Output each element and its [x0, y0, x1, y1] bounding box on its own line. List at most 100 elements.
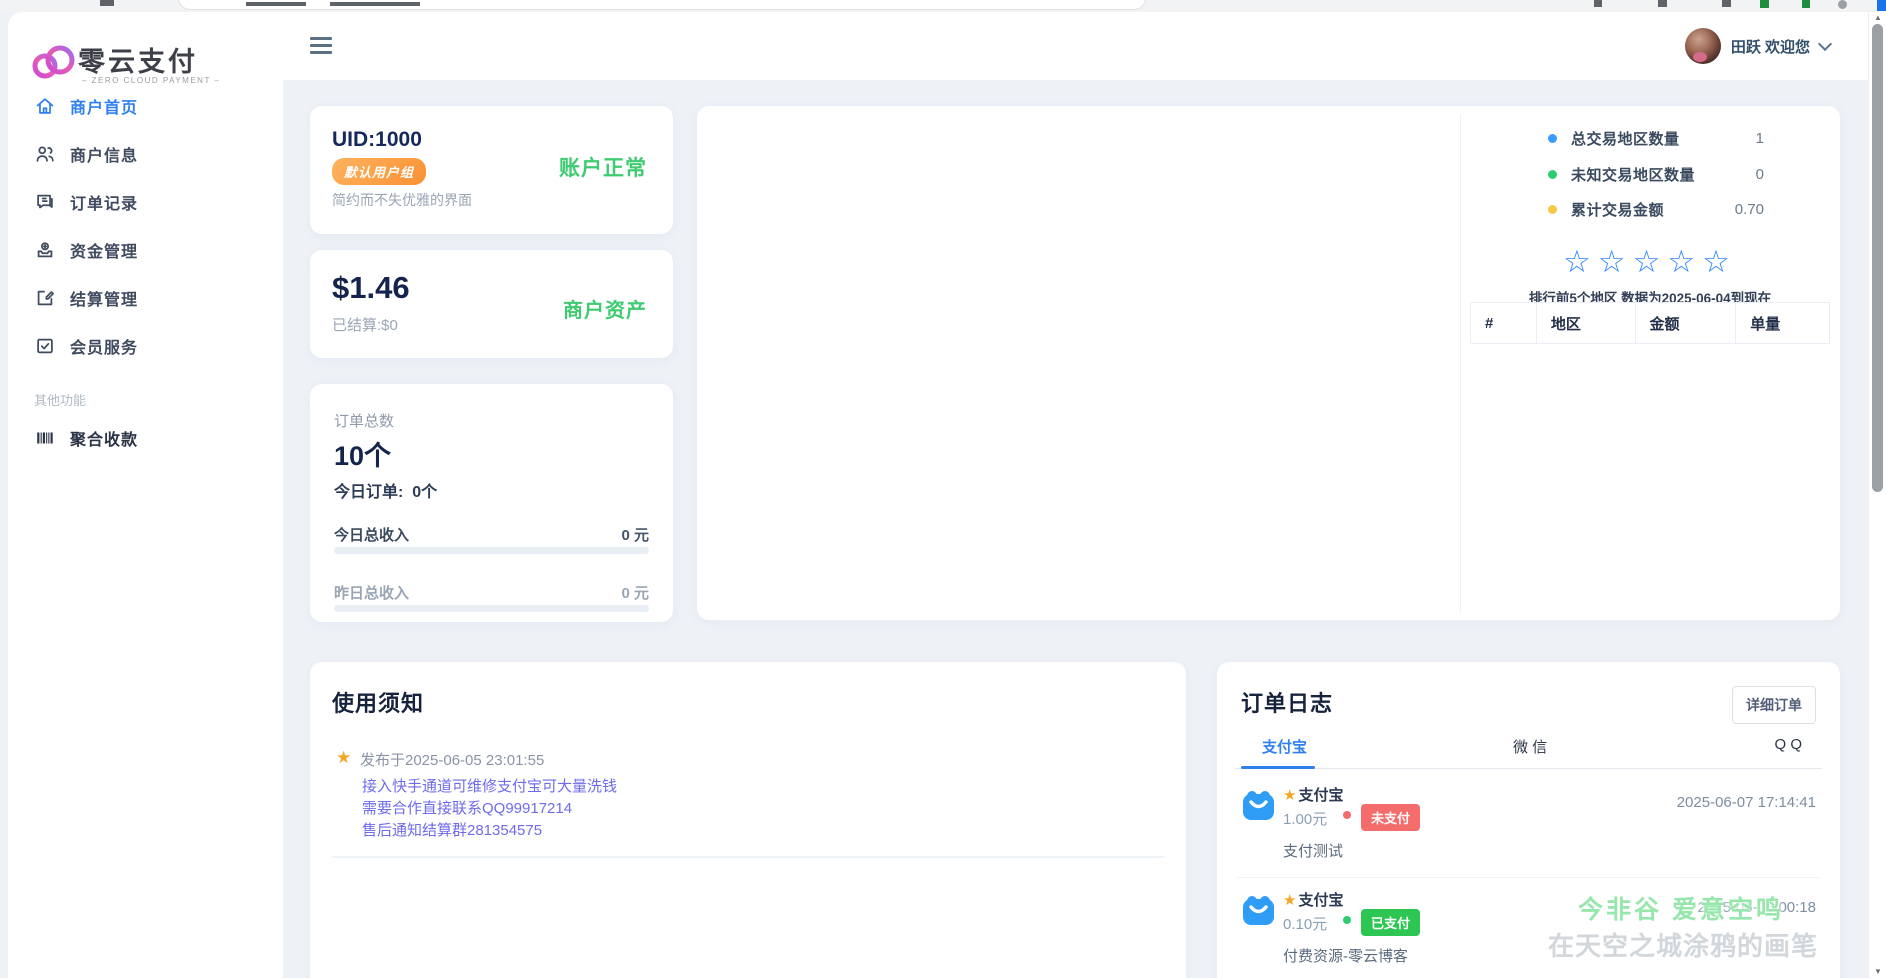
table-header: 金额: [1634, 302, 1737, 344]
legend-row: 总交易地区数量 1: [1548, 128, 1764, 149]
menu-toggle-icon[interactable]: [310, 37, 332, 55]
user-name: 田跃 欢迎您: [1730, 38, 1810, 56]
uid-text: UID:1000: [332, 128, 422, 151]
entry-amount: 0.10元: [1283, 916, 1328, 933]
member-service-icon: [37, 338, 53, 354]
table-header: 地区: [1535, 302, 1636, 344]
extension-icon: [1760, 0, 1769, 8]
entry-time: 2025-06-07 17:14:41: [1676, 794, 1816, 811]
tab-qq[interactable]: Q Q: [1774, 736, 1802, 753]
region-panel: 总交易地区数量 1 未知交易地区数量 0 累计交易金额 0.70 ☆☆☆☆☆ 排…: [697, 106, 1840, 620]
notice-published: 发布于2025-06-05 23:01:55: [360, 752, 545, 769]
barcode-icon: [37, 432, 53, 444]
profile-avatar-fragment: [1838, 0, 1847, 9]
tab-divider: [1235, 768, 1822, 769]
user-group-badge: 默认用户组: [332, 158, 427, 185]
notice-link[interactable]: 需要合作直接联系QQ99917214: [362, 797, 572, 818]
sidebar-item-label: 资金管理: [70, 244, 139, 261]
sidebar-item-label: 订单记录: [70, 196, 139, 213]
sidebar-item-settlement[interactable]: 结算管理: [8, 284, 283, 312]
sidebar-item-label: 会员服务: [70, 340, 139, 357]
status-badge: 已支付: [1361, 909, 1421, 936]
sidebar-item-label: 商户信息: [70, 148, 139, 165]
chevron-down-icon: [1817, 36, 1833, 52]
extension-icon: [1802, 0, 1810, 8]
scrollbar[interactable]: ▲ ▼: [1868, 12, 1886, 978]
divider: [332, 856, 1164, 858]
scroll-down-arrow[interactable]: ▼: [1869, 966, 1886, 978]
asset-settled: 已结算:$0: [332, 317, 398, 334]
tab-fragment: [100, 0, 114, 6]
browser-toolbar-strip: [0, 0, 1886, 12]
status-dot-red: [1343, 811, 1351, 819]
notice-title: 使用须知: [332, 691, 425, 716]
address-text-fragment: [246, 2, 306, 6]
sidebar-item-order-records[interactable]: 订单记录: [8, 188, 283, 216]
cloud-logo-icon: [32, 45, 75, 79]
legend-row: 累计交易金额 0.70: [1548, 199, 1764, 220]
table-header: 单量: [1735, 302, 1830, 344]
sidebar-item-label: 聚合收款: [70, 432, 139, 449]
rating-stars-icon: ☆☆☆☆☆: [1563, 244, 1737, 279]
entry-channel: ★ 支付宝: [1283, 787, 1344, 804]
top-header: 田跃 欢迎您: [283, 12, 1868, 80]
assets-card: $1.46 已结算:$0 商户资产: [310, 250, 673, 358]
asset-label: 商户资产: [563, 300, 647, 322]
sidebar-item-funds[interactable]: 资金管理: [8, 236, 283, 264]
sidebar-item-label: 商户首页: [70, 100, 139, 117]
extension-icon: [1722, 0, 1731, 7]
extension-icon: [1658, 0, 1667, 7]
star-icon: ★: [1283, 892, 1297, 909]
funds-icon: [37, 242, 53, 258]
detail-orders-button[interactable]: 详细订单: [1732, 686, 1816, 724]
sidebar: 零云支付 – ZERO CLOUD PAYMENT – 商户首页 商户信息 订单…: [8, 12, 283, 978]
notice-link[interactable]: 接入快手通道可维修支付宝可大量洗钱: [362, 775, 617, 796]
entry-desc: 支付测试: [1283, 843, 1344, 860]
logo: 零云支付 – ZERO CLOUD PAYMENT –: [30, 36, 260, 88]
order-entry[interactable]: ★ 支付宝 1.00元 未支付 支付测试 2025-06-07 17:14:41: [1217, 784, 1840, 874]
region-stats: 总交易地区数量 1 未知交易地区数量 0 累计交易金额 0.70 ☆☆☆☆☆ 排…: [1460, 106, 1840, 620]
divider: [1237, 877, 1820, 878]
address-bar-fragment: [178, 0, 1146, 10]
account-card: UID:1000 默认用户组 简约而不失优雅的界面 账户正常: [310, 106, 673, 234]
sidebar-item-member-service[interactable]: 会员服务: [8, 332, 283, 360]
asset-amount: $1.46: [332, 270, 410, 305]
order-record-icon: [37, 194, 53, 209]
legend-row: 未知交易地区数量 0: [1548, 164, 1764, 185]
account-status: 账户正常: [559, 157, 647, 180]
scrollbar-thumb[interactable]: [1872, 24, 1883, 492]
orders-total-label: 订单总数: [334, 413, 395, 430]
user-menu[interactable]: 田跃 欢迎您: [1684, 26, 1833, 66]
address-text-fragment: [330, 2, 420, 6]
sidebar-section-label: 其他功能: [34, 393, 87, 408]
alipay-bag-icon: [1243, 791, 1274, 820]
sidebar-item-aggregate-collect[interactable]: 聚合收款: [8, 424, 283, 452]
tab-wechat[interactable]: 微 信: [1513, 736, 1547, 757]
avatar: [1684, 28, 1721, 64]
orders-today: 今日订单: 0个: [334, 484, 438, 501]
alipay-bag-icon: [1243, 896, 1274, 925]
entry-desc: 付费资源-零云博客: [1283, 948, 1408, 965]
order-log-title: 订单日志: [1241, 691, 1334, 716]
sidebar-item-label: 结算管理: [70, 292, 139, 309]
star-icon: ★: [1283, 787, 1297, 804]
browser-corner-fragment: [1877, 0, 1886, 11]
sidebar-item-merchant-info[interactable]: 商户信息: [8, 140, 283, 168]
income-progress-bar: [334, 605, 649, 612]
active-tab-underline: [1241, 766, 1315, 769]
orders-card: 订单总数 10个 今日订单: 0个 今日总收入 0 元 昨日总收入 0 元: [310, 384, 673, 622]
sidebar-item-merchant-home[interactable]: 商户首页: [8, 92, 283, 120]
watermark-text: 在天空之城涂鸦的画笔: [1548, 931, 1819, 961]
scroll-up-arrow[interactable]: ▲: [1869, 12, 1886, 24]
status-badge: 未支付: [1361, 804, 1421, 831]
orders-total-value: 10个: [334, 441, 392, 471]
table-header: #: [1470, 302, 1537, 344]
income-row-today: 今日总收入 0 元: [334, 527, 649, 544]
notice-link[interactable]: 售后通知结算群281354575: [362, 819, 542, 840]
extension-icon: [1594, 0, 1602, 7]
legend-dot-yellow: [1548, 205, 1557, 214]
tab-alipay[interactable]: 支付宝: [1262, 736, 1307, 757]
logo-subtitle: – ZERO CLOUD PAYMENT –: [82, 76, 221, 85]
users-icon: [36, 146, 54, 162]
main-content: UID:1000 默认用户组 简约而不失优雅的界面 账户正常 $1.46 已结算…: [283, 80, 1868, 978]
